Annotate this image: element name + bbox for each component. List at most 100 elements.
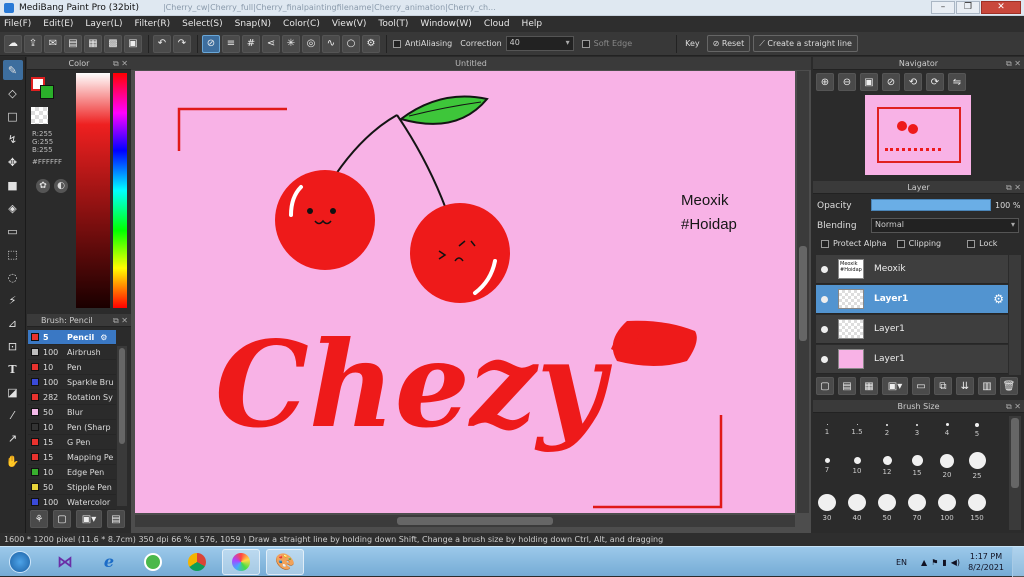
palette-icon[interactable]: ✿: [36, 179, 50, 193]
add-brush-icon[interactable]: ⚘: [30, 510, 48, 528]
brush-properties-icon[interactable]: ▤: [107, 510, 125, 528]
brush-size-option[interactable]: 25: [963, 452, 991, 480]
add-layer-menu-icon[interactable]: ▣▾: [882, 377, 908, 395]
settings-icon[interactable]: ⚙: [362, 34, 380, 53]
brush-size-option[interactable]: 50: [873, 494, 901, 522]
bucket-tool-icon[interactable]: ◈: [3, 198, 23, 218]
hue-slider[interactable]: [113, 73, 127, 308]
layer-settings-gear-icon[interactable]: ⚙: [993, 292, 1004, 306]
flip-icon[interactable]: ⇋: [948, 73, 966, 91]
brush-item[interactable]: 10 Pen (Sharp: [28, 420, 116, 435]
lasso-tool-icon[interactable]: ◌: [3, 267, 23, 287]
taskbar-internet-explorer[interactable]: e: [90, 549, 128, 575]
brightness-gradient[interactable]: [76, 73, 110, 308]
taskbar-visual-studio[interactable]: ⋈: [46, 549, 84, 575]
taskbar-medibang[interactable]: [222, 548, 260, 575]
brush-size-scrollbar[interactable]: [1009, 416, 1021, 530]
brush-item[interactable]: 15 G Pen: [28, 435, 116, 450]
taskbar-app[interactable]: [134, 549, 172, 575]
move-tool-icon[interactable]: ✥: [3, 152, 23, 172]
close-button[interactable]: ✕: [981, 1, 1021, 14]
comment-icon[interactable]: ✉: [44, 34, 62, 53]
brush-size-option[interactable]: 1.5: [843, 416, 871, 444]
brush-size-option[interactable]: 20: [933, 452, 961, 480]
layer-row[interactable]: Layer1: [816, 345, 1008, 374]
menu-color[interactable]: Color(C): [283, 19, 320, 29]
redo-icon[interactable]: ↷: [173, 34, 191, 53]
menu-filter[interactable]: Filter(R): [135, 19, 171, 29]
radial-snap-icon[interactable]: ✳: [282, 34, 300, 53]
select-pen-tool-icon[interactable]: ⊿: [3, 313, 23, 333]
brush-size-option[interactable]: 5: [963, 416, 991, 444]
curve-snap-icon[interactable]: ∿: [322, 34, 340, 53]
select-tool-icon[interactable]: ⬚: [3, 244, 23, 264]
brush-item[interactable]: 10 Pen: [28, 360, 116, 375]
brush-size-option[interactable]: 7: [813, 452, 841, 480]
correction-select[interactable]: 40: [505, 36, 574, 51]
duplicate-layer-icon[interactable]: ⧉: [934, 377, 952, 395]
menu-file[interactable]: File(F): [4, 19, 31, 29]
menu-layer[interactable]: Layer(L): [85, 19, 122, 29]
gear-icon[interactable]: ⚙: [100, 333, 107, 342]
menu-edit[interactable]: Edit(E): [43, 19, 73, 29]
merge-layer-icon[interactable]: ⇊: [956, 377, 974, 395]
transparent-color-swatch[interactable]: [31, 107, 48, 124]
new-color-layer-icon[interactable]: ▤: [838, 377, 856, 395]
taskbar-chrome[interactable]: [178, 549, 216, 575]
create-straight-line-button[interactable]: ⟋ Create a straight line: [753, 35, 858, 52]
panel-close-icon[interactable]: ⧉ ✕: [113, 314, 128, 327]
brush-size-option[interactable]: 40: [843, 494, 871, 522]
rotate-right-icon[interactable]: ⟳: [926, 73, 944, 91]
smudge-tool-icon[interactable]: ↯: [3, 129, 23, 149]
eyedropper-tool-icon[interactable]: ⁄: [3, 405, 23, 425]
layer-row-selected[interactable]: Layer1 ⚙: [816, 285, 1008, 314]
canvas-horizontal-scrollbar[interactable]: [135, 515, 795, 527]
fit-screen-icon[interactable]: ▣: [860, 73, 878, 91]
layer-row[interactable]: Meoxik #Hoidap Meoxik: [816, 255, 1008, 284]
reset-button[interactable]: ⊘ Reset: [706, 35, 751, 52]
minimize-button[interactable]: –: [931, 1, 955, 14]
brush-item[interactable]: 282 Rotation Sy: [28, 390, 116, 405]
brush-item[interactable]: 100 Airbrush: [28, 345, 116, 360]
new-layer-icon[interactable]: ▢: [816, 377, 834, 395]
opacity-slider[interactable]: [871, 199, 991, 211]
canvas-tab[interactable]: Untitled: [131, 57, 811, 70]
menu-select[interactable]: Select(S): [182, 19, 223, 29]
brush-item[interactable]: 10 Edge Pen: [28, 465, 116, 480]
menu-cloud[interactable]: Cloud: [484, 19, 510, 29]
upload-icon[interactable]: ⇪: [24, 34, 42, 53]
circle-snap-icon[interactable]: ○: [342, 34, 360, 53]
brush-size-option[interactable]: 100: [933, 494, 961, 522]
layer-list-scrollbar[interactable]: [1009, 255, 1021, 375]
background-color-swatch[interactable]: [40, 85, 54, 99]
undo-icon[interactable]: ↶: [153, 34, 171, 53]
zoom-reset-icon[interactable]: ⊘: [882, 73, 900, 91]
antialiasing-checkbox[interactable]: [393, 39, 401, 48]
brush-list-scrollbar[interactable]: [117, 346, 127, 506]
brush-size-option[interactable]: 4: [933, 416, 961, 444]
visibility-eye-icon[interactable]: [821, 295, 828, 303]
select-eraser-tool-icon[interactable]: ⊡: [3, 336, 23, 356]
dot-tool-icon[interactable]: □: [3, 106, 23, 126]
soft-edge-checkbox[interactable]: [581, 39, 590, 48]
eraser-tool-icon[interactable]: ◇: [3, 83, 23, 103]
new-brush-icon[interactable]: ▢: [53, 510, 71, 528]
lock-checkbox[interactable]: [967, 239, 976, 248]
visibility-eye-icon[interactable]: [821, 355, 828, 363]
hand-tool-icon[interactable]: ✋: [3, 451, 23, 471]
brush-menu-icon[interactable]: ▣▾: [76, 510, 102, 528]
protect-alpha-checkbox[interactable]: [821, 239, 829, 248]
navigator-preview[interactable]: [865, 95, 971, 175]
visibility-eye-icon[interactable]: [821, 265, 828, 273]
brush-item[interactable]: 100 Sparkle Bru: [28, 375, 116, 390]
brush-item[interactable]: 50 Blur: [28, 405, 116, 420]
parallel-snap-icon[interactable]: ≡: [222, 34, 240, 53]
material-icon[interactable]: ▩: [104, 34, 122, 53]
document-icon[interactable]: ▦: [84, 34, 102, 53]
drawing-canvas[interactable]: Meoxik #Hoidap Chezy: [135, 71, 795, 513]
text-tool-icon[interactable]: T: [3, 359, 23, 379]
rotate-left-icon[interactable]: ⟲: [904, 73, 922, 91]
brush-size-option[interactable]: 30: [813, 494, 841, 522]
tray-up-icon[interactable]: ▲: [921, 558, 927, 567]
menu-tool[interactable]: Tool(T): [378, 19, 408, 29]
